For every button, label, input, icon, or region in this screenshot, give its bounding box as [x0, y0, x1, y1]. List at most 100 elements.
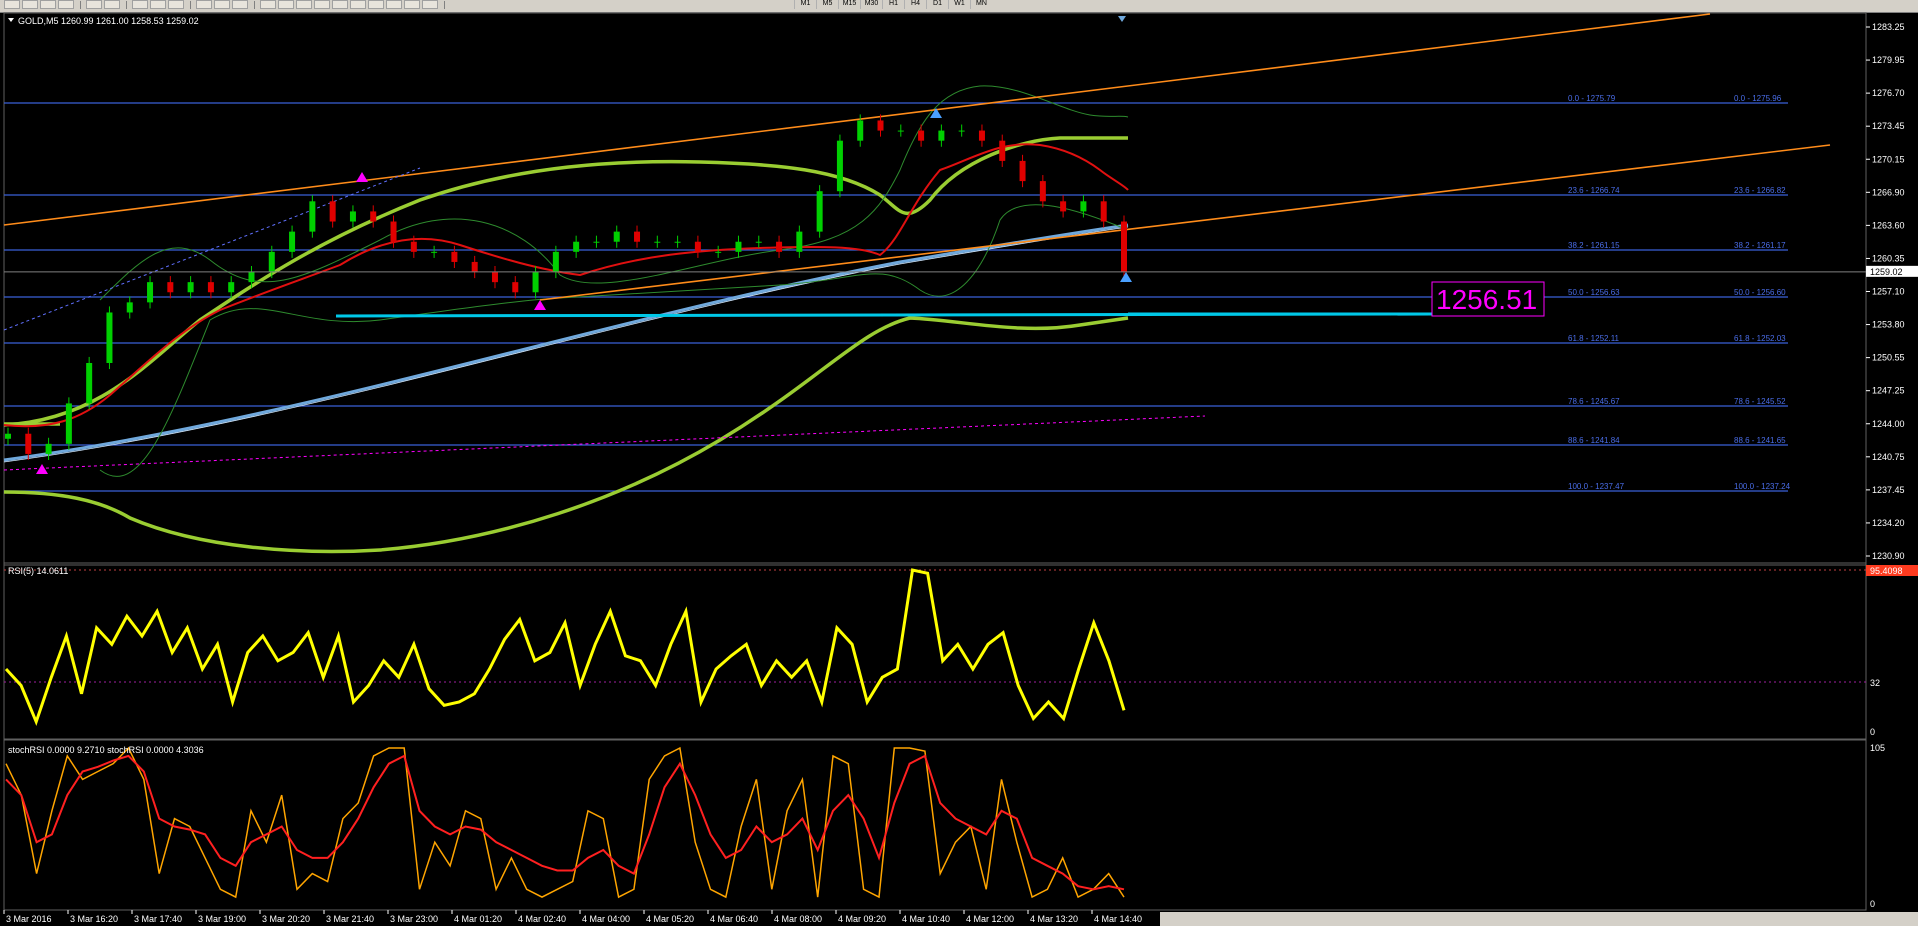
- candle-body: [694, 241, 701, 252]
- candle-body: [289, 231, 296, 252]
- sell-arrow-icon[interactable]: [356, 172, 368, 182]
- fib-level-label-right: 100.0 - 1237.24: [1734, 482, 1791, 491]
- candle-body: [918, 130, 925, 141]
- time-tick-label: 4 Mar 05:20: [646, 914, 694, 924]
- candle-body: [1039, 181, 1046, 202]
- candle-body: [755, 241, 762, 243]
- time-tick-label: 4 Mar 02:40: [518, 914, 566, 924]
- candle-body: [309, 201, 316, 232]
- stoch-rsi-k-line: [5, 746, 1125, 899]
- time-tick-label: 4 Mar 12:00: [966, 914, 1014, 924]
- candle-body: [674, 241, 681, 243]
- candle-body: [126, 302, 133, 313]
- fib-level-label-right: 61.8 - 1252.03: [1734, 334, 1786, 343]
- candle-body: [431, 251, 438, 253]
- main-chart-panel[interactable]: 0.0 - 1275.79 0.0 - 1275.96 23.6 - 1266.74…: [3, 12, 1867, 566]
- price-tick-label: 1234.20: [1872, 518, 1905, 528]
- price-tick-label: 1244.00: [1872, 419, 1905, 429]
- candle-body: [86, 362, 93, 404]
- candle-body: [491, 272, 498, 283]
- candle-body: [329, 201, 336, 222]
- bollinger-upper: [99, 85, 1129, 301]
- stoch-panel-border: [3, 739, 1867, 911]
- candle-body: [634, 231, 641, 242]
- candle-body: [715, 251, 722, 253]
- channel-upper-line[interactable]: [3, 13, 1711, 226]
- candle-body: [654, 241, 661, 243]
- candle-body: [857, 120, 864, 141]
- price-tick-label: 1230.90: [1872, 551, 1905, 561]
- symbol-info: GOLD,M5 1260.99 1261.00 1258.53 1259.02: [18, 16, 199, 26]
- stoch-tick-low: 0: [1870, 899, 1875, 909]
- fib-level-label-right: 78.6 - 1245.52: [1734, 397, 1786, 406]
- sell-arrow-icon-low[interactable]: [36, 464, 48, 474]
- candle-body: [65, 403, 72, 444]
- candle-body: [938, 130, 945, 141]
- rsi-level-label: 95.4098: [1870, 566, 1903, 576]
- fib-level-label-right: 23.6 - 1266.82: [1734, 186, 1786, 195]
- candle-body: [5, 433, 11, 439]
- time-tick-label: 3 Mar 23:00: [390, 914, 438, 924]
- candle-body: [593, 241, 600, 243]
- rsi-tick-low: 0: [1870, 727, 1875, 737]
- fib-level-label-left: 100.0 - 1237.47: [1568, 482, 1625, 491]
- price-tick-label: 1240.75: [1872, 452, 1905, 462]
- candle-body: [877, 120, 884, 131]
- buy-arrow-icon[interactable]: [1120, 272, 1132, 282]
- candle-body: [370, 211, 377, 222]
- time-tick-label: 4 Mar 01:20: [454, 914, 502, 924]
- candle-body: [999, 140, 1006, 161]
- candle-body: [897, 130, 904, 132]
- price-tick-label: 1247.25: [1872, 386, 1905, 396]
- rsi-line: [4, 568, 1126, 727]
- upper-envelope: [3, 136, 1128, 427]
- price-chart[interactable]: 0.0 - 1275.79 0.0 - 1275.96 23.6 - 1266.74…: [0, 0, 1918, 926]
- trading-terminal: M1 M5 M15 M30 H1 H4 D1 W1 MN 0.0 - 1275.79 0.0 - …: [0, 0, 1918, 926]
- candle-body: [532, 272, 539, 293]
- candle-body: [552, 251, 559, 273]
- price-label-text: 1256.51: [1436, 284, 1537, 315]
- candle-body: [816, 191, 823, 232]
- time-tick-label: 3 Mar 20:20: [262, 914, 310, 924]
- price-tick-label: 1270.15: [1872, 154, 1905, 164]
- candle-body: [207, 282, 214, 293]
- fib-level-label-left: 78.6 - 1245.67: [1568, 397, 1620, 406]
- fib-level-label-right: 0.0 - 1275.96: [1734, 94, 1782, 103]
- candle-body: [268, 251, 275, 273]
- time-tick-label: 4 Mar 10:40: [902, 914, 950, 924]
- price-axis[interactable]: 1283.25 1279.95 1276.70 1273.45 1270.15 1266.…: [1866, 22, 1918, 561]
- stoch-title: stochRSI 0.0000 9.2710 stochRSI 0.0000 4…: [8, 745, 204, 755]
- candle-body: [1060, 201, 1067, 212]
- candle-body: [613, 231, 620, 242]
- fib-level-label-left: 50.0 - 1256.63: [1568, 288, 1620, 297]
- magenta-dotted-trendline[interactable]: [3, 415, 1206, 471]
- price-tick-label: 1279.95: [1872, 55, 1905, 65]
- dotted-trendline[interactable]: [3, 167, 421, 331]
- candle-body: [106, 312, 113, 363]
- rsi-panel[interactable]: RSI(5) 14.0611 95.4098 32 0: [3, 562, 1918, 740]
- price-tick-label: 1266.90: [1872, 187, 1905, 197]
- fib-level-label-left: 61.8 - 1252.11: [1568, 334, 1620, 343]
- chart-shift-marker-icon[interactable]: [1118, 16, 1126, 22]
- sell-arrow-icon-mid[interactable]: [534, 300, 546, 310]
- stoch-rsi-panel[interactable]: stochRSI 0.0000 9.2710 stochRSI 0.0000 4…: [3, 739, 1885, 911]
- price-tick-label: 1273.45: [1872, 121, 1905, 131]
- horizontal-scrollbar[interactable]: [1160, 912, 1918, 926]
- candle-body: [471, 261, 478, 273]
- time-tick-label: 4 Mar 08:00: [774, 914, 822, 924]
- dropdown-arrow-icon[interactable]: [8, 18, 14, 22]
- price-tick-label: 1260.35: [1872, 253, 1905, 263]
- time-tick-label: 3 Mar 21:40: [326, 914, 374, 924]
- candle-body: [735, 241, 742, 252]
- candle-body: [1019, 160, 1026, 182]
- fib-level-label-right: 88.6 - 1241.65: [1734, 436, 1786, 445]
- candle-body: [978, 130, 985, 141]
- time-axis[interactable]: 3 Mar 2016 3 Mar 16:20 3 Mar 17:40 3 Mar 19…: [3, 910, 1142, 924]
- candle-body: [390, 221, 397, 242]
- fib-level-label-right: 38.2 - 1261.17: [1734, 241, 1786, 250]
- candle-body: [776, 241, 783, 252]
- candle-body: [573, 241, 580, 252]
- channel-lower-line[interactable]: [539, 144, 1831, 301]
- price-tick-label: 1276.70: [1872, 88, 1905, 98]
- fib-level-label-left: 38.2 - 1261.15: [1568, 241, 1620, 250]
